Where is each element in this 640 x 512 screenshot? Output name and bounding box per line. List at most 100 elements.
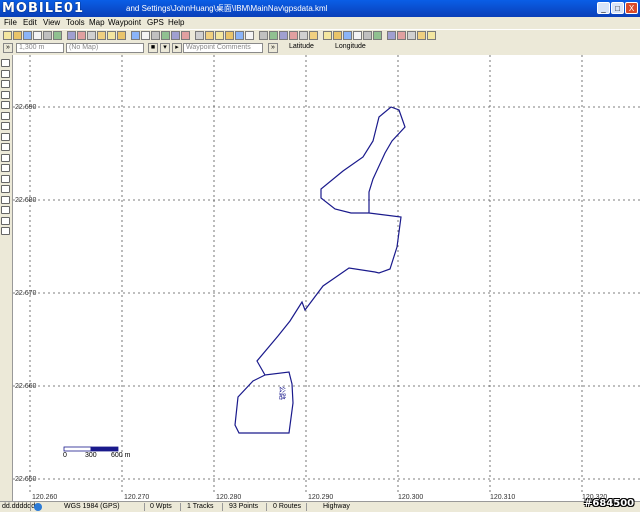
draw-tool-1-icon[interactable] xyxy=(1,59,10,67)
draw-tool-2-icon[interactable] xyxy=(1,69,10,78)
track-road-label: 公路 xyxy=(278,386,285,400)
scale-label-600: 600 m xyxy=(111,452,131,459)
toolbar-tool-24-icon[interactable] xyxy=(259,31,268,40)
maximize-button[interactable]: □ xyxy=(611,2,624,14)
lat-label-22690: 22.690 xyxy=(15,104,37,111)
copy-icon[interactable] xyxy=(53,31,62,40)
toolbar-tool-29-icon[interactable] xyxy=(309,31,318,40)
toolbar-tool-38-icon[interactable] xyxy=(407,31,416,40)
toolbar-tool-18-icon[interactable] xyxy=(195,31,204,40)
status-separator xyxy=(222,503,223,511)
toolbar-tool-21-icon[interactable] xyxy=(225,31,234,40)
toolbar-tool-40-icon[interactable] xyxy=(427,31,436,40)
cut-icon[interactable] xyxy=(43,31,52,40)
draw-tool-14-icon[interactable] xyxy=(1,195,10,204)
map-select[interactable]: (No Map) xyxy=(66,43,144,53)
map-canvas[interactable]: 22.690 22.680 22.670 22.660 22.650 120.2… xyxy=(13,55,640,501)
toolbar-tool-31-icon[interactable] xyxy=(333,31,342,40)
menu-help[interactable]: Help xyxy=(168,18,184,27)
draw-tool-17-icon[interactable] xyxy=(1,227,10,235)
undo-icon[interactable] xyxy=(77,31,86,40)
go-arrow-icon[interactable]: » xyxy=(268,43,278,53)
toolbar-tool-25-icon[interactable] xyxy=(269,31,278,40)
toolbar-tool-27-icon[interactable] xyxy=(289,31,298,40)
toolbar-tool-11-icon[interactable] xyxy=(117,31,126,40)
draw-tool-15-icon[interactable] xyxy=(1,206,10,214)
menu-file[interactable]: File xyxy=(4,18,17,27)
toolbar-tool-39-icon[interactable] xyxy=(417,31,426,40)
draw-tool-8-icon[interactable] xyxy=(1,132,10,141)
waypoint-comments-field[interactable]: Waypoint Comments xyxy=(183,43,263,53)
menu-waypoint[interactable]: Waypoint xyxy=(108,18,141,27)
print-icon[interactable] xyxy=(33,31,42,40)
toolbar-tool-36-icon[interactable] xyxy=(387,31,396,40)
draw-tool-7-icon[interactable] xyxy=(1,122,10,130)
menu-view[interactable]: View xyxy=(43,18,60,27)
toolbar-tool-32-icon[interactable] xyxy=(343,31,352,40)
map-grid xyxy=(13,55,640,495)
secondary-toolbar: » 1,300 m (No Map) ■ ▾ ▸ Waypoint Commen… xyxy=(0,42,640,55)
draw-tool-16-icon[interactable] xyxy=(1,216,10,225)
zoom-in-icon[interactable] xyxy=(87,31,96,40)
drawing-toolbox xyxy=(0,55,13,501)
draw-tool-6-icon[interactable] xyxy=(1,111,10,120)
latitude-label: Latitude xyxy=(289,43,314,50)
draw-tool-12-icon[interactable] xyxy=(1,174,10,183)
toolbar-tool-10-icon[interactable] xyxy=(107,31,116,40)
toolbar-tool-23-icon[interactable] xyxy=(245,31,254,40)
toolbar-tool-17-icon[interactable] xyxy=(181,31,190,40)
toolbar-tool-14-icon[interactable] xyxy=(151,31,160,40)
status-waypoints: 0 Wpts xyxy=(150,503,172,510)
toolbar-tool-15-icon[interactable] xyxy=(161,31,170,40)
menu-edit[interactable]: Edit xyxy=(23,18,37,27)
menu-map[interactable]: Map xyxy=(89,18,105,27)
lon-label-120300: 120.300 xyxy=(398,494,424,501)
minimize-button[interactable]: _ xyxy=(597,2,610,14)
toolbar-tool-12-icon[interactable] xyxy=(131,31,140,40)
scale-label-0: 0 xyxy=(63,452,67,459)
draw-tool-4-icon[interactable] xyxy=(1,90,10,99)
menu-gps[interactable]: GPS xyxy=(147,18,164,27)
lon-label-120260: 120.260 xyxy=(32,494,58,501)
close-button[interactable]: X xyxy=(625,2,638,14)
draw-tool-11-icon[interactable] xyxy=(1,164,10,172)
globe-icon xyxy=(34,503,42,511)
gps-track[interactable] xyxy=(234,106,406,434)
toolbar-tool-22-icon[interactable] xyxy=(235,31,244,40)
toolbar-tool-30-icon[interactable] xyxy=(323,31,332,40)
draw-tool-13-icon[interactable] xyxy=(1,185,10,193)
main-toolbar xyxy=(0,29,640,42)
toolbar-tool-35-icon[interactable] xyxy=(373,31,382,40)
status-separator xyxy=(180,503,181,511)
paste-icon[interactable] xyxy=(67,31,76,40)
status-points: 93 Points xyxy=(229,503,259,510)
open-icon[interactable] xyxy=(13,31,22,40)
status-routes: 0 Routes xyxy=(273,503,302,510)
new-icon[interactable] xyxy=(3,31,12,40)
waypoint-arrow-icon[interactable]: ▸ xyxy=(172,43,182,53)
save-icon[interactable] xyxy=(23,31,32,40)
lon-label-120310: 120.310 xyxy=(490,494,516,501)
zoom-out-icon[interactable] xyxy=(97,31,106,40)
toolbar-tool-20-icon[interactable] xyxy=(215,31,224,40)
watermark-id: #684500 xyxy=(584,498,635,509)
menu-tools[interactable]: Tools xyxy=(66,18,85,27)
draw-tool-5-icon[interactable] xyxy=(1,101,10,109)
lat-label-22650: 22.650 xyxy=(15,476,37,483)
toolbar-tool-26-icon[interactable] xyxy=(279,31,288,40)
toolbar-tool-16-icon[interactable] xyxy=(171,31,180,40)
distance-field[interactable]: 1,300 m xyxy=(16,43,64,53)
expand-arrow-icon[interactable]: » xyxy=(3,43,13,53)
draw-tool-3-icon[interactable] xyxy=(1,80,10,88)
toolbar-tool-34-icon[interactable] xyxy=(363,31,372,40)
toolbar-tool-19-icon[interactable] xyxy=(205,31,214,40)
dropdown-icon[interactable]: ▾ xyxy=(160,43,170,53)
toolbar-tool-37-icon[interactable] xyxy=(397,31,406,40)
toolbar-tool-13-icon[interactable] xyxy=(141,31,150,40)
map-option-icon[interactable]: ■ xyxy=(148,43,158,53)
site-logo: MOBILE01 xyxy=(2,1,84,16)
toolbar-tool-28-icon[interactable] xyxy=(299,31,308,40)
draw-tool-10-icon[interactable] xyxy=(1,153,10,162)
draw-tool-9-icon[interactable] xyxy=(1,143,10,151)
toolbar-tool-33-icon[interactable] xyxy=(353,31,362,40)
